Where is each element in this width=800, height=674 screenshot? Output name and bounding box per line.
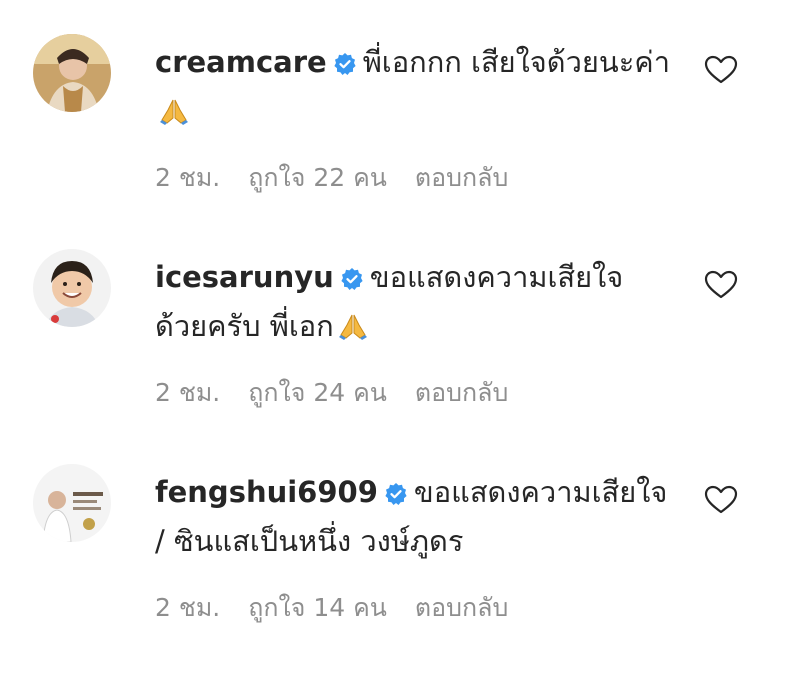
like-button[interactable] [704,270,738,300]
like-count[interactable]: ถูกใจ 14 คน [248,593,387,622]
comment-time[interactable]: 2 ชม. [155,378,220,407]
avatar[interactable] [33,249,111,327]
like-button[interactable] [704,485,738,515]
comment-meta: 2 ชม. ถูกใจ 22 คน ตอบกลับ [155,158,536,198]
comment-text-block: icesarunyu ขอแสดงความเสียใจด้วยครับ พี่เอ… [155,255,675,354]
like-button[interactable] [704,55,738,85]
comment-time[interactable]: 2 ชม. [155,163,220,192]
username-link[interactable]: fengshui6909 [155,475,378,509]
avatar[interactable] [33,34,111,112]
comment-meta: 2 ชม. ถูกใจ 24 คน ตอบกลับ [155,373,536,413]
heart-outline-icon [704,485,738,519]
avatar[interactable] [33,464,111,542]
reply-button[interactable]: ตอบกลับ [415,163,508,192]
verified-badge-icon [340,259,364,304]
comment-text: พี่เอกกก เสียใจด้วยนะค่า [362,45,670,79]
comment-meta: 2 ชม. ถูกใจ 14 คน ตอบกลับ [155,588,536,628]
username-link[interactable]: creamcare [155,45,327,79]
comment-item: creamcare พี่เอกกก เสียใจด้วยนะค่า 2 ชม. ถ… [0,0,800,200]
comment-time[interactable]: 2 ชม. [155,593,220,622]
username-link[interactable]: icesarunyu [155,260,334,294]
heart-outline-icon [704,55,738,89]
comment-item: icesarunyu ขอแสดงความเสียใจด้วยครับ พี่เอ… [0,215,800,415]
folded-hands-icon [159,94,189,139]
like-count[interactable]: ถูกใจ 22 คน [248,163,387,192]
comment-text-block: fengshui6909 ขอแสดงความเสียใจ / ซินแสเป็น… [155,470,675,564]
folded-hands-icon [338,309,368,354]
verified-badge-icon [384,474,408,519]
reply-button[interactable]: ตอบกลับ [415,378,508,407]
comment-item: fengshui6909 ขอแสดงความเสียใจ / ซินแสเป็น… [0,430,800,630]
like-count[interactable]: ถูกใจ 24 คน [248,378,387,407]
verified-badge-icon [333,44,357,89]
heart-outline-icon [704,270,738,304]
comment-text-block: creamcare พี่เอกกก เสียใจด้วยนะค่า [155,40,675,139]
reply-button[interactable]: ตอบกลับ [415,593,508,622]
